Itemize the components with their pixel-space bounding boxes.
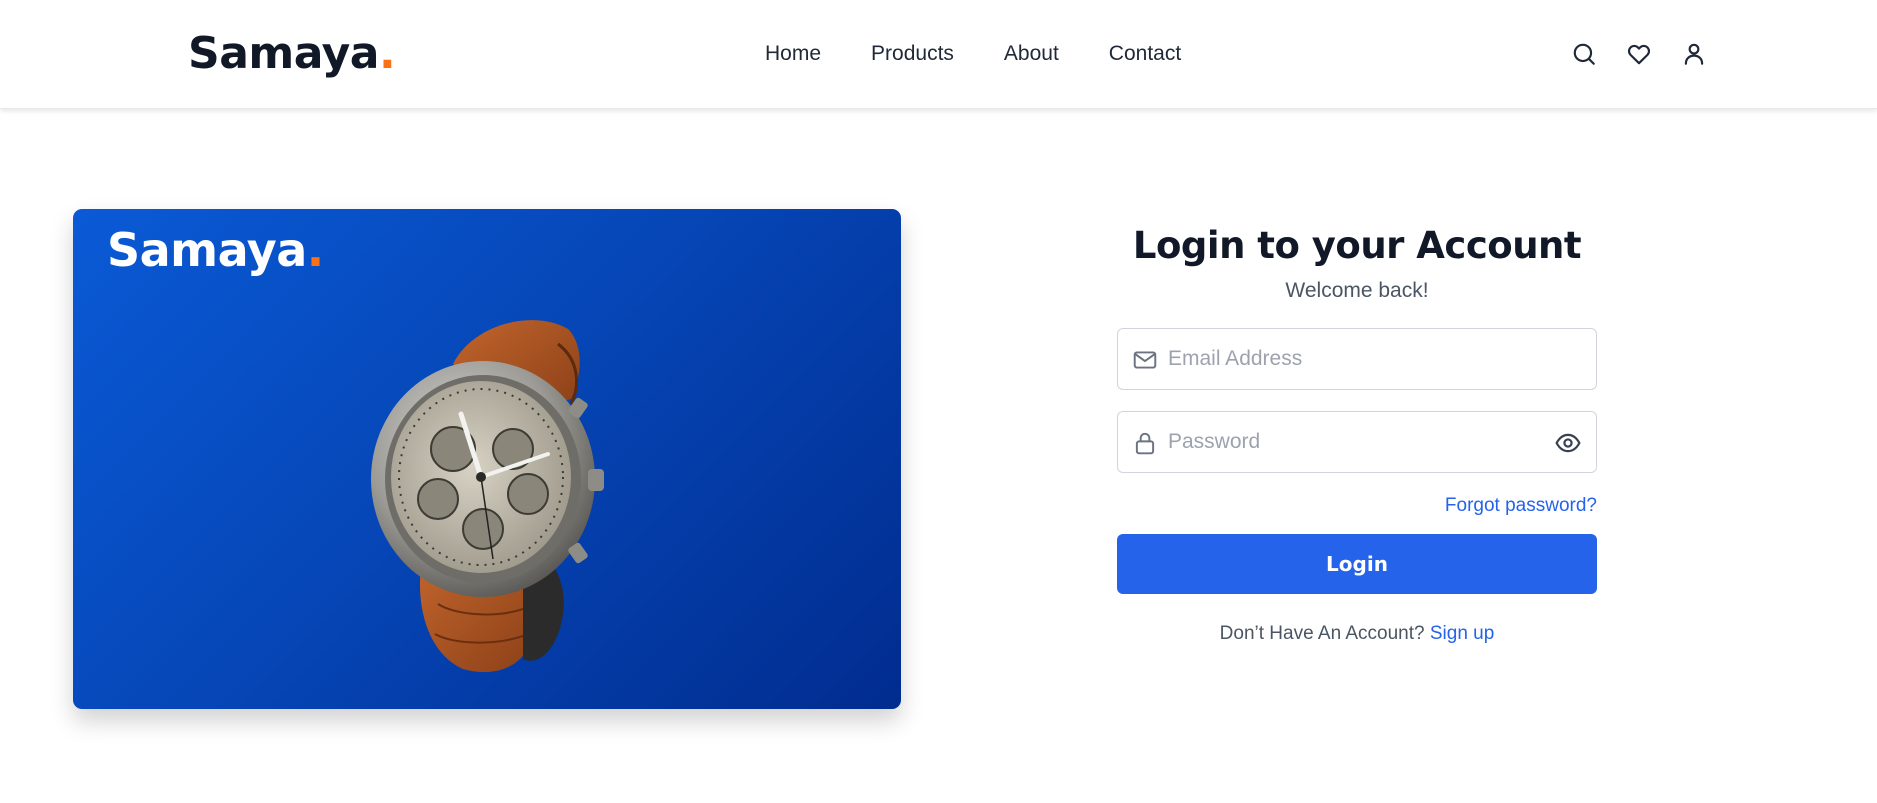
hero-logo-text: Samaya: [107, 223, 307, 277]
header-actions: [1570, 40, 1708, 68]
password-field[interactable]: [1117, 411, 1597, 473]
site-header: Samaya. Home Products About Contact: [0, 0, 1877, 109]
nav-link-products[interactable]: Products: [871, 40, 954, 68]
brand-logo-text: Samaya: [188, 28, 379, 79]
search-icon[interactable]: [1570, 40, 1598, 68]
lock-icon: [1135, 432, 1155, 455]
hero-banner: Samaya.: [73, 209, 901, 709]
brand-logo[interactable]: Samaya.: [188, 26, 396, 82]
email-field[interactable]: [1117, 328, 1597, 390]
login-form: Login to your Account Welcome back! Forg…: [1117, 218, 1597, 647]
nav-link-contact[interactable]: Contact: [1109, 40, 1181, 68]
forgot-password-row: Forgot password?: [1117, 493, 1597, 519]
mail-icon: [1133, 351, 1157, 369]
wristwatch-image: [371, 320, 604, 673]
signup-prompt: Don’t Have An Account?: [1219, 623, 1425, 644]
signup-row: Don’t Have An Account? Sign up: [1117, 621, 1597, 647]
hero-logo-dot: .: [306, 223, 324, 277]
brand-logo-dot: .: [378, 28, 396, 79]
signup-link[interactable]: Sign up: [1430, 623, 1494, 644]
nav-link-about[interactable]: About: [1004, 40, 1059, 68]
eye-icon[interactable]: [1554, 430, 1582, 456]
login-button[interactable]: Login: [1117, 534, 1597, 594]
user-icon[interactable]: [1680, 40, 1708, 68]
nav-link-home[interactable]: Home: [765, 40, 821, 68]
email-input[interactable]: [1118, 329, 1596, 389]
login-subtitle: Welcome back!: [1285, 279, 1429, 302]
main-nav: Home Products About Contact: [765, 40, 1181, 68]
heart-icon[interactable]: [1625, 40, 1653, 68]
password-input[interactable]: [1118, 412, 1596, 472]
hero-logo: Samaya.: [107, 221, 324, 279]
forgot-password-link[interactable]: Forgot password?: [1445, 495, 1597, 516]
login-title: Login to your Account: [1132, 224, 1582, 267]
